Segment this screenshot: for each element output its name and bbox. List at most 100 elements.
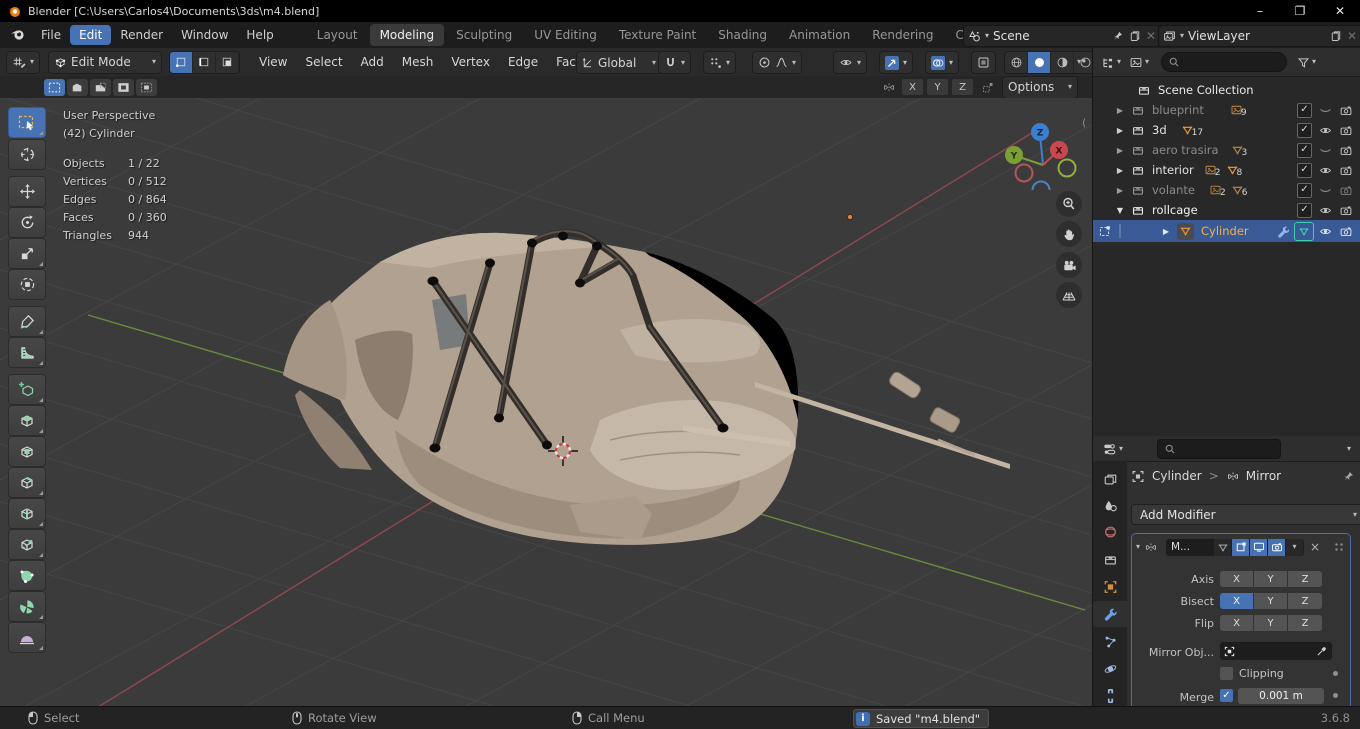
expand-icon[interactable]: ▶ xyxy=(1115,166,1125,175)
shading-material-button[interactable] xyxy=(1051,52,1074,73)
workspace-tab-layout[interactable]: Layout xyxy=(307,24,368,46)
flip-y-button[interactable]: Y xyxy=(1254,615,1287,631)
collapse-icon[interactable]: ▼ xyxy=(1115,206,1125,215)
outliner-display-mode-dropdown[interactable]: ▾ xyxy=(1101,56,1121,69)
tool-select-box[interactable] xyxy=(8,107,46,138)
shading-solid-button[interactable] xyxy=(1028,52,1051,73)
workspace-tab-texture-paint[interactable]: Texture Paint xyxy=(609,24,706,46)
collection-checkbox[interactable]: ✓ xyxy=(1297,162,1312,178)
bisect-z-button[interactable]: Z xyxy=(1288,593,1322,609)
collection-checkbox[interactable]: ✓ xyxy=(1297,202,1312,218)
modifier-drag-handle[interactable] xyxy=(1334,542,1344,552)
tool-cursor[interactable] xyxy=(8,139,46,170)
pin-icon[interactable] xyxy=(1112,30,1124,42)
properties-options-chevron[interactable]: ▾ xyxy=(1347,444,1351,453)
restore-button[interactable]: ❐ xyxy=(1280,0,1320,22)
tool-transform[interactable] xyxy=(8,269,46,300)
pan-button[interactable] xyxy=(1056,221,1082,247)
camera-view-button[interactable] xyxy=(1056,252,1082,278)
menu-vertex[interactable]: Vertex xyxy=(442,55,499,69)
scene-selector[interactable]: ▾ Scene ✕ xyxy=(963,25,1161,47)
select-subtract-button[interactable] xyxy=(90,78,111,96)
select-intersect-button[interactable] xyxy=(136,78,157,96)
viewport-3d[interactable]: User Perspective (42) Cylinder Objects 1… xyxy=(0,98,1092,706)
modifier-delete-icon[interactable]: × xyxy=(1310,540,1320,554)
tab-collection[interactable] xyxy=(1093,547,1127,573)
merge-threshold-field[interactable]: 0.001 m xyxy=(1238,688,1324,704)
vertex-select-mode-button[interactable] xyxy=(170,51,194,73)
panel-collapse-chevron[interactable]: ▾ xyxy=(1136,543,1140,551)
properties-editor-type-button[interactable]: ▾ xyxy=(1102,442,1123,456)
select-set-button[interactable] xyxy=(44,78,65,96)
workspace-tab-uv-editing[interactable]: UV Editing xyxy=(524,24,607,46)
merge-checkbox[interactable]: ✓ xyxy=(1220,689,1233,702)
axis-y-button[interactable]: Y xyxy=(1254,571,1287,587)
tab-object[interactable] xyxy=(1093,574,1127,600)
select-invert-button[interactable] xyxy=(113,78,134,96)
overlays-dropdown[interactable]: ▾ xyxy=(925,51,960,74)
tab-world[interactable] xyxy=(1093,519,1127,545)
render-camera-icon[interactable] xyxy=(1339,225,1353,238)
render-camera-icon[interactable] xyxy=(1339,144,1353,157)
scene-name[interactable]: Scene xyxy=(993,29,1030,43)
modifier-on-cage-toggle[interactable] xyxy=(1214,538,1233,556)
face-select-mode-button[interactable] xyxy=(216,51,240,73)
modifier-render-toggle[interactable] xyxy=(1268,538,1287,556)
tool-poly-build[interactable] xyxy=(8,560,46,591)
outliner-row-blueprint[interactable]: ▶ blueprint 9 ✓ xyxy=(1093,100,1360,120)
menu-view[interactable]: View xyxy=(250,55,296,69)
tool-loop-cut[interactable] xyxy=(8,498,46,529)
tool-measure[interactable] xyxy=(8,337,46,368)
menu-mesh[interactable]: Mesh xyxy=(393,55,443,69)
clipping-checkbox[interactable] xyxy=(1220,667,1233,680)
menu-window[interactable]: Window xyxy=(172,25,237,45)
mirror-object-field[interactable] xyxy=(1220,642,1332,660)
axis-x-button[interactable]: X xyxy=(1220,571,1253,587)
car-model[interactable] xyxy=(283,232,1010,545)
menu-edit[interactable]: Edit xyxy=(70,25,112,45)
axis-z-button[interactable]: Z xyxy=(1288,571,1322,587)
workspace-tab-modeling[interactable]: Modeling xyxy=(369,24,445,46)
close-button[interactable]: ✕ xyxy=(1320,0,1360,22)
select-extend-button[interactable] xyxy=(67,78,88,96)
outliner-row-volante[interactable]: ▶ volante 2 6 ✓ xyxy=(1093,180,1360,200)
orthographic-toggle-button[interactable] xyxy=(1056,282,1082,308)
render-camera-icon[interactable] xyxy=(1339,164,1353,177)
eye-closed-icon[interactable] xyxy=(1318,104,1333,117)
menu-edge[interactable]: Edge xyxy=(499,55,547,69)
outliner-row-cylinder[interactable]: ▶ Cylinder xyxy=(1093,220,1360,242)
modifier-edit-mode-toggle[interactable] xyxy=(1232,538,1251,556)
gizmos-dropdown[interactable]: ▾ xyxy=(879,51,914,74)
blender-menu-icon[interactable] xyxy=(10,29,26,41)
breadcrumb-modifier[interactable]: Mirror xyxy=(1246,469,1281,483)
modifier-name-field[interactable]: M... xyxy=(1166,538,1215,556)
expand-icon[interactable]: ▶ xyxy=(1115,146,1125,155)
collection-checkbox[interactable]: ✓ xyxy=(1297,182,1312,198)
expand-icon[interactable]: ▶ xyxy=(1115,106,1125,115)
transform-orientation-dropdown[interactable]: Global ▾ xyxy=(576,51,662,74)
view-layer-selector[interactable]: ▾ ViewLayer ✕ xyxy=(1158,25,1360,47)
mirror-y-button[interactable]: Y xyxy=(927,79,948,95)
render-camera-icon[interactable] xyxy=(1339,104,1353,117)
tool-annotate[interactable] xyxy=(8,306,46,337)
tab-modifiers[interactable] xyxy=(1093,601,1127,627)
breadcrumb-object[interactable]: Cylinder xyxy=(1152,469,1202,483)
shading-wireframe-button[interactable] xyxy=(1005,52,1028,73)
collection-checkbox[interactable]: ✓ xyxy=(1297,102,1312,118)
tool-bevel[interactable] xyxy=(8,467,46,498)
options-dropdown[interactable]: Options ▾ xyxy=(1002,75,1078,99)
collection-checkbox[interactable]: ✓ xyxy=(1297,142,1312,158)
snap-target-dropdown[interactable]: ▾ xyxy=(703,51,737,74)
flip-z-button[interactable]: Z xyxy=(1288,615,1322,631)
outliner-row-rollcage[interactable]: ▼ rollcage ✓ xyxy=(1093,200,1360,220)
properties-search-input[interactable] xyxy=(1157,438,1282,459)
minimize-button[interactable]: – xyxy=(1240,0,1280,22)
bisect-y-button[interactable]: Y xyxy=(1254,593,1287,609)
modifier-wrench-icon[interactable] xyxy=(1277,225,1290,238)
render-camera-disabled-icon[interactable] xyxy=(1339,184,1353,197)
workspace-tab-shading[interactable]: Shading xyxy=(708,24,777,46)
tab-scene[interactable] xyxy=(1093,493,1127,519)
tool-inset-faces[interactable] xyxy=(8,436,46,467)
tab-particles[interactable] xyxy=(1093,629,1127,655)
tab-physics[interactable] xyxy=(1093,656,1127,682)
